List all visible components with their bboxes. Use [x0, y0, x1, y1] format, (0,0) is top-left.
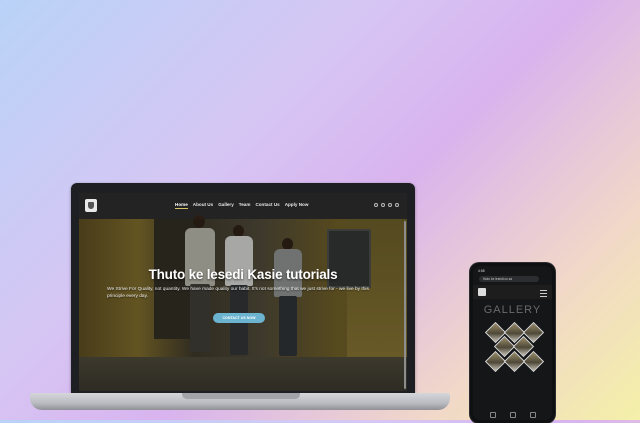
- phone-nav-bar: [483, 412, 543, 418]
- social-links: [374, 203, 399, 207]
- scrollbar[interactable]: [404, 221, 406, 389]
- back-icon[interactable]: [490, 412, 496, 418]
- shield-icon: [88, 202, 94, 209]
- contact-us-button[interactable]: CONTACT US NOW: [213, 313, 265, 323]
- laptop-screen: Home About Us Gallery Team Contact Us Ap…: [79, 193, 407, 391]
- twitter-icon[interactable]: [374, 203, 378, 207]
- hero-overlay: [79, 219, 407, 391]
- phone-mockup: 4:58 thuto ke lesedi.co.za GALLERY: [470, 263, 555, 423]
- nav-item-about-us[interactable]: About Us: [193, 202, 213, 209]
- site-menu: Home About Us Gallery Team Contact Us Ap…: [175, 202, 308, 209]
- phone-gallery-heading: GALLERY: [483, 304, 542, 316]
- hero-title: Thuto ke lesedi Kasie tutorials: [148, 267, 338, 282]
- phone-url-bar[interactable]: thuto ke lesedi.co.za: [479, 276, 539, 282]
- nav-item-apply-now[interactable]: Apply Now: [285, 202, 309, 209]
- laptop-mockup: Home About Us Gallery Team Contact Us Ap…: [30, 183, 450, 420]
- nav-item-home[interactable]: Home: [175, 202, 188, 209]
- nav-item-team[interactable]: Team: [239, 202, 251, 209]
- facebook-icon[interactable]: [381, 203, 385, 207]
- hamburger-menu-icon[interactable]: [540, 290, 547, 297]
- site-navbar: Home About Us Gallery Team Contact Us Ap…: [79, 193, 407, 219]
- linkedin-icon[interactable]: [395, 203, 399, 207]
- hero-section: Thuto ke lesedi Kasie tutorials We Striv…: [79, 215, 407, 391]
- phone-site-logo[interactable]: [478, 288, 486, 296]
- nav-item-gallery[interactable]: Gallery: [218, 202, 234, 209]
- site-logo[interactable]: [85, 199, 97, 212]
- laptop-notch: [182, 393, 300, 399]
- laptop-lid: Home About Us Gallery Team Contact Us Ap…: [71, 183, 415, 393]
- nav-item-contact-us[interactable]: Contact Us: [255, 202, 279, 209]
- hero-text: We Strive For Quality, not quantity. We …: [107, 287, 369, 299]
- gallery-grid: [482, 321, 546, 376]
- instagram-icon[interactable]: [388, 203, 392, 207]
- phone-screen: 4:58 thuto ke lesedi.co.za GALLERY: [473, 266, 552, 420]
- home-icon[interactable]: [510, 412, 516, 418]
- recent-apps-icon[interactable]: [530, 412, 536, 418]
- laptop-base: [30, 393, 450, 410]
- phone-status-time: 4:58: [478, 269, 485, 273]
